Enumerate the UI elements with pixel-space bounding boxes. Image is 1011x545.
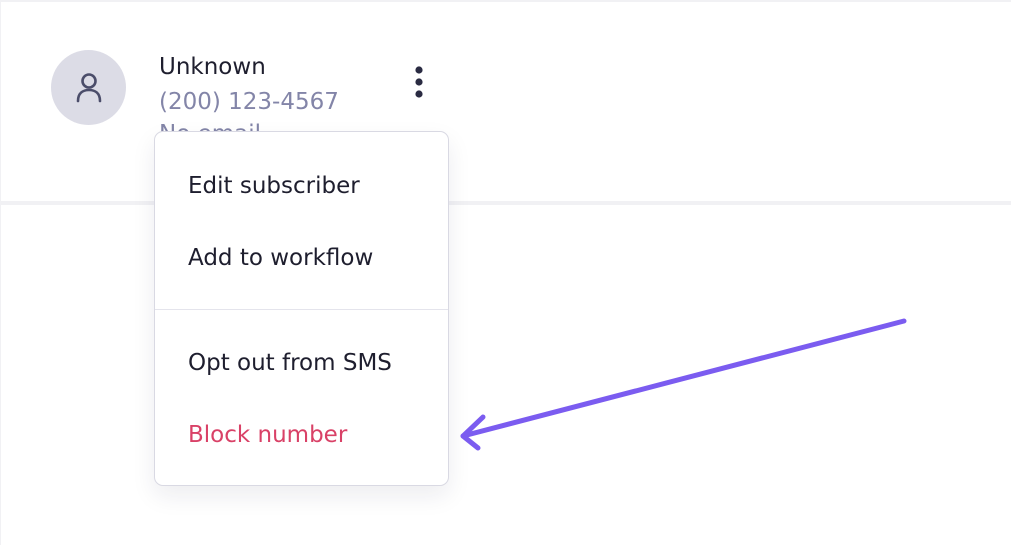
panel-left-border [0,0,1,545]
menu-item-block-number[interactable]: Block number [155,405,448,465]
more-options-button[interactable] [403,60,435,104]
menu-item-label: Block number [188,422,348,448]
vertical-ellipsis-icon [415,66,423,98]
contact-name: Unknown [159,54,266,80]
menu-item-label: Opt out from SMS [188,350,392,376]
panel-top-border [0,0,1011,2]
section-divider [0,201,1011,205]
menu-item-opt-out-sms[interactable]: Opt out from SMS [155,333,448,393]
contact-phone: (200) 123-4567 [159,89,339,115]
avatar [51,50,126,125]
user-icon [76,72,101,102]
menu-separator [155,309,448,310]
menu-item-label: Edit subscriber [188,173,360,199]
options-menu: Edit subscriber Add to workflow Opt out … [154,131,449,486]
menu-item-edit-subscriber[interactable]: Edit subscriber [155,156,448,216]
menu-item-add-to-workflow[interactable]: Add to workflow [155,228,448,288]
menu-item-label: Add to workflow [188,245,374,271]
contact-panel: Unknown (200) 123-4567 No email [0,0,1011,545]
